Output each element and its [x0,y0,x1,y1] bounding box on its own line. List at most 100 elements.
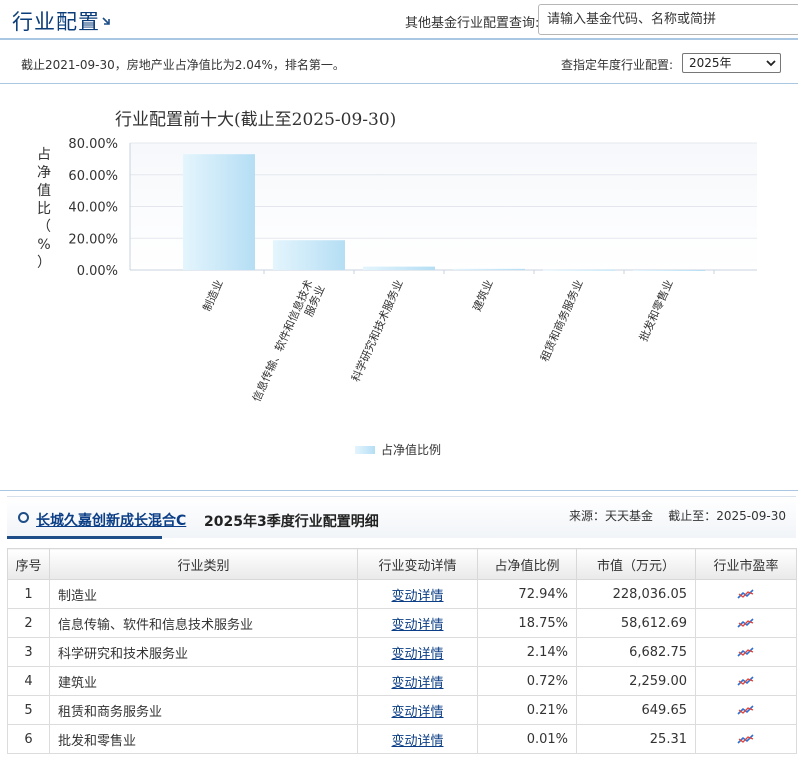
y-axis-label-char: % [37,237,50,253]
svg-text:建筑业: 建筑业 [470,278,496,314]
chevron-down-icon [766,60,776,67]
pe-cell [695,666,797,696]
pe-cell [695,695,797,725]
y-axis-label-char: ） [37,255,51,271]
industry-name: 批发和零售业 [49,724,358,754]
row-number: 6 [7,724,50,754]
change-detail-link[interactable]: 变动详情 [391,705,443,720]
year-filter-label: 查指定年度行业配置: [561,58,674,72]
net-value-ratio: 18.75% [477,608,577,638]
column-header: 市值（万元） [576,548,696,580]
svg-text:批发和零售业: 批发和零售业 [636,278,676,344]
y-axis-label-char: 占 [37,147,51,163]
industry-name: 建筑业 [49,666,358,696]
market-value: 25.31 [576,724,696,754]
change-detail-link[interactable]: 变动详情 [391,734,443,749]
bar [633,269,705,271]
column-header: 占净值比例 [477,548,577,580]
change-detail-cell: 变动详情 [357,579,478,609]
y-axis-label-char: 值 [37,183,51,199]
net-value-ratio: 0.72% [477,666,577,696]
y-tick-label: 0.00% [77,264,118,279]
pe-cell [695,637,797,667]
x-tick-label: 租赁和商务服务业 [537,278,586,364]
search-label: 其他基金行业配置查询: [405,16,540,31]
x-tick-label: 信息传输、软件和信息技术服务业 [249,278,327,404]
pe-cell [695,724,797,754]
circle-bullet-icon [18,512,29,523]
market-value: 58,612.69 [576,608,696,638]
legend-label: 占净值比例 [381,442,441,457]
pe-cell [695,579,797,609]
bar [183,154,255,270]
market-value: 649.65 [576,695,696,725]
table-row: 3 科学研究和技术服务业 变动详情 2.14% 6,682.75 [7,637,797,667]
net-value-ratio: 72.94% [477,579,577,609]
y-tick-labels: 0.00% 20.00% 40.00% 60.00% 80.00% [68,137,118,279]
svg-text:科学研究和技术服务业: 科学研究和技术服务业 [348,278,406,384]
trend-chart-icon[interactable] [737,617,755,629]
year-select[interactable]: 2025年 [682,53,781,73]
change-detail-cell: 变动详情 [357,695,478,725]
y-tick-label: 20.00% [68,232,118,247]
svg-text:制造业: 制造业 [200,278,226,314]
net-value-ratio: 0.01% [477,724,577,754]
x-tick-label: 制造业 [200,278,226,314]
detail-title: 2025年3季度行业配置明细 [204,514,379,530]
trend-chart-icon[interactable] [737,646,755,658]
change-detail-link[interactable]: 变动详情 [391,647,443,662]
top-header: 行业配置 其他基金行业配置查询: [0,0,798,40]
trend-chart-icon[interactable] [737,704,755,716]
arrow-down-right-icon [102,17,110,25]
svg-text:租赁和商务服务业: 租赁和商务服务业 [537,278,586,364]
change-detail-link[interactable]: 变动详情 [391,589,443,604]
market-value: 2,259.00 [576,666,696,696]
row-number: 1 [7,579,50,609]
source-text: 来源：天天基金 截止至：2025-09-30 [569,509,786,523]
industry-name: 制造业 [49,579,358,609]
trend-chart-icon[interactable] [737,675,755,687]
fund-name-link[interactable]: 长城久嘉创新成长混合C [36,510,186,530]
row-number: 3 [7,637,50,667]
y-axis-label: 占净值比 （% ） [37,147,51,271]
page-title: 行业配置 [12,10,100,34]
title-underline [7,536,162,539]
table-row: 2 信息传输、软件和信息技术服务业 变动详情 18.75% 58,612.69 [7,608,797,638]
x-tick-label: 建筑业 [470,278,496,314]
svg-text:信息传输、软件和信息技术: 信息传输、软件和信息技术 [249,278,315,404]
column-header: 行业变动详情 [357,548,478,580]
x-tick-label: 科学研究和技术服务业 [348,278,406,384]
info-bar: 截止2021-09-30，房地产业占净值比为2.04%，排名第一。 查指定年度行… [0,42,798,84]
change-detail-link[interactable]: 变动详情 [391,618,443,633]
fund-search-input[interactable] [538,4,798,35]
industry-detail-table: 序号 行业类别 行业变动详情 占净值比例 市值（万元） 行业市盈率 1 制造业变动… [7,548,797,754]
change-detail-cell: 变动详情 [357,724,478,754]
column-header: 行业类别 [49,548,358,580]
detail-header: 长城久嘉创新成长混合C 2025年3季度行业配置明细 来源：天天基金 截止至：2… [7,496,796,539]
trend-chart-icon[interactable] [737,588,755,600]
change-detail-link[interactable]: 变动详情 [391,676,443,691]
y-tick-label: 80.00% [68,137,118,152]
market-value: 6,682.75 [576,637,696,667]
industry-name: 租赁和商务服务业 [49,695,358,725]
row-number: 5 [7,695,50,725]
chart-title: 行业配置前十大(截止至2025-09-30) [115,110,396,130]
column-header: 序号 [7,548,50,580]
x-tick-labels: 制造业 信息传输、软件和信息技术服务业 科学研究和技术服务业 建筑业 租赁和商务服务业 批… [200,278,676,404]
chart-area: 行业配置前十大(截止至2025-09-30) 占净值比 （% ） 0.00% 20.0… [0,85,798,491]
bar [453,268,525,270]
y-axis-label-char: （ [37,219,51,235]
y-tick-label: 40.00% [68,201,118,216]
industry-name: 科学研究和技术服务业 [49,637,358,667]
market-value: 228,036.05 [576,579,696,609]
industry-name: 信息传输、软件和信息技术服务业 [49,608,358,638]
table-row: 1 制造业 变动详情 72.94% 228,036.05 [7,579,797,609]
change-detail-cell: 变动详情 [357,637,478,667]
net-value-ratio: 0.21% [477,695,577,725]
table-header-row: 序号 行业类别 行业变动详情 占净值比例 市值（万元） 行业市盈率 [7,548,797,580]
net-value-ratio: 2.14% [477,637,577,667]
y-axis-label-char: 净 [37,165,51,181]
row-number: 4 [7,666,50,696]
trend-chart-icon[interactable] [737,733,755,745]
column-header: 行业市盈率 [695,548,797,580]
